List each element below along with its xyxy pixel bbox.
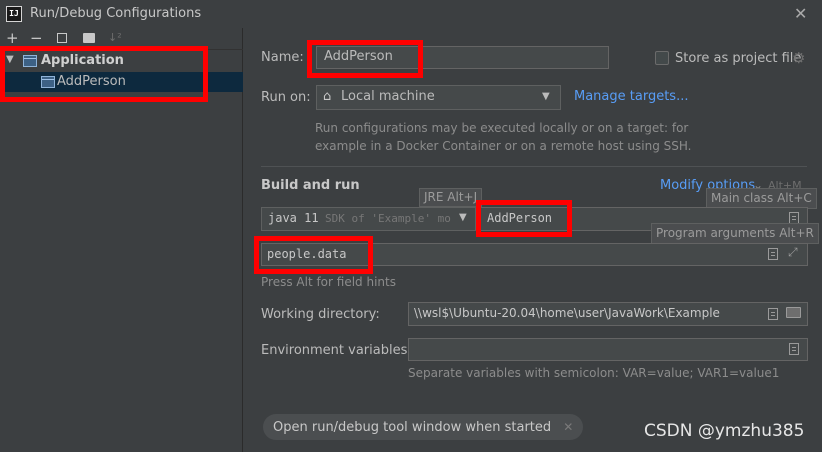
run-on-hint-line2: example in a Docker Container or on a re… <box>315 139 692 153</box>
highlight-program-args-box <box>254 236 373 274</box>
window-title: Run/Debug Configurations <box>30 6 202 21</box>
manage-targets-link[interactable]: Manage targets... <box>574 89 688 104</box>
environment-variables-label: Environment variables: <box>261 343 412 358</box>
new-folder-icon[interactable] <box>83 33 95 43</box>
build-and-run-heading: Build and run <box>261 178 360 193</box>
environment-variables-field[interactable] <box>408 338 808 361</box>
name-label: Name: <box>261 50 304 65</box>
intellij-app-icon: IJ <box>6 6 22 22</box>
store-as-project-file-label: Store as project file <box>675 51 802 66</box>
chevron-down-icon: ▼ <box>542 91 550 102</box>
remove-icon[interactable]: − <box>30 30 43 46</box>
environment-variables-hint: Separate variables with semicolon: VAR=v… <box>408 366 780 380</box>
section-divider <box>261 166 807 167</box>
jre-tooltip: JRE Alt+J <box>419 188 483 207</box>
highlight-main-class-box <box>476 200 572 237</box>
copy-icon[interactable] <box>57 33 67 43</box>
sdk-version: java 11 <box>268 211 319 225</box>
program-args-tooltip: Program arguments Alt+R <box>651 223 819 244</box>
sort-icon[interactable]: ↓² <box>108 31 122 44</box>
maximize-icon[interactable]: ⤢ <box>788 245 798 260</box>
expand-editor-icon[interactable] <box>768 248 778 260</box>
folder-icon[interactable] <box>786 307 801 318</box>
working-directory-value: \\wsl$\Ubuntu-20.04\home\user\JavaWork\E… <box>414 306 720 320</box>
edit-env-icon[interactable] <box>789 343 799 355</box>
run-on-value: Local machine <box>341 89 435 104</box>
press-alt-hint: Press Alt for field hints <box>261 275 396 289</box>
add-icon[interactable]: + <box>6 30 19 46</box>
watermark: CSDN @ymzhu385 <box>644 421 805 441</box>
macro-icon[interactable] <box>768 308 778 320</box>
store-as-project-file-checkbox[interactable] <box>655 51 669 65</box>
close-icon[interactable]: ✕ <box>563 420 573 434</box>
gear-icon[interactable]: ⚙ <box>792 49 805 67</box>
open-tool-window-option[interactable]: Open run/debug tool window when started … <box>263 414 584 440</box>
close-icon[interactable]: ✕ <box>794 4 807 23</box>
highlight-name-box <box>307 40 423 78</box>
open-tool-window-label: Open run/debug tool window when started <box>273 420 552 435</box>
main-class-tooltip: Main class Alt+C <box>706 188 817 209</box>
home-icon: ⌂ <box>323 89 332 104</box>
working-directory-label: Working directory: <box>261 307 380 322</box>
chevron-down-icon: ▼ <box>459 212 467 223</box>
sdk-description: SDK of 'Example' mo <box>325 212 451 225</box>
highlight-tree-box <box>0 46 208 102</box>
run-on-label: Run on: <box>261 90 311 105</box>
run-on-hint-line1: Run configurations may be executed local… <box>315 121 689 135</box>
